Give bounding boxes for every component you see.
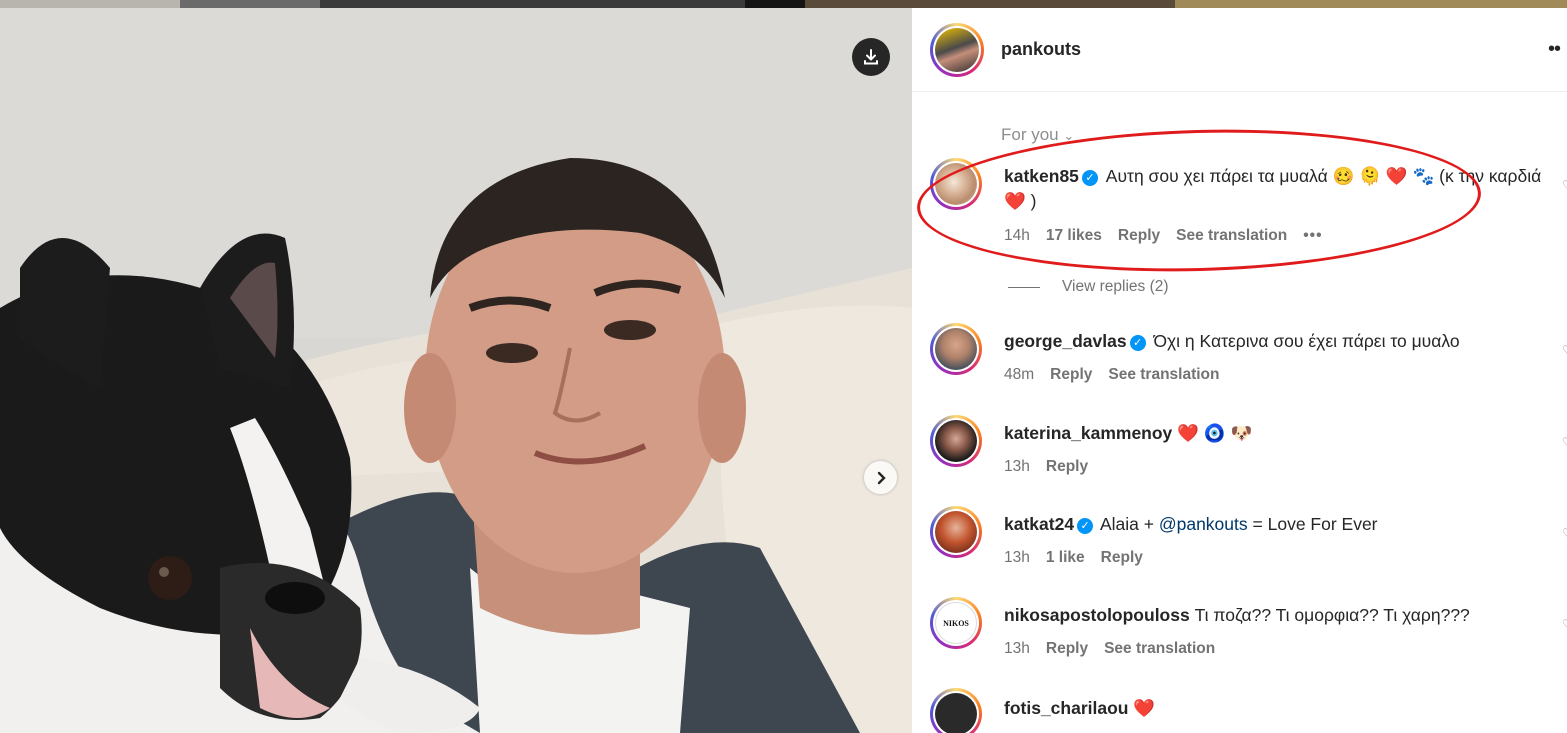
selfie-with-dog-image [0,8,912,733]
comment-time: 14h [1004,227,1030,244]
comment-emoji: ❤️ [1004,191,1026,211]
comment-text: ❤️ [1133,698,1156,718]
comment-text: Τι ποζα?? Τι ομορφια?? Τι χαρη??? [1194,605,1470,625]
top-thumbnail-strip [0,0,1567,8]
comment-likes[interactable]: 1 like [1046,549,1085,567]
view-replies-button[interactable]: View replies (2) [1008,278,1169,296]
like-heart-icon[interactable]: ♡ [1562,526,1567,540]
comment-meta: 13h Reply [1004,458,1088,476]
like-heart-icon[interactable]: ♡ [1562,343,1567,357]
like-heart-icon[interactable]: ♡ [1562,178,1567,192]
comment-username[interactable]: george_davlas [1004,331,1127,351]
commenter-avatar[interactable]: NIKOS [930,597,982,649]
post-photo [0,8,912,733]
comment-username[interactable]: katken85 [1004,166,1079,186]
comment-options-icon[interactable]: ••• [1303,227,1322,245]
reply-button[interactable]: Reply [1046,458,1088,476]
comments-sort-dropdown[interactable]: For you ⌄ [1001,125,1074,145]
see-translation-button[interactable]: See translation [1176,227,1287,245]
more-options-icon[interactable]: •• [1548,38,1561,61]
like-heart-icon[interactable]: ♡ [1562,435,1567,449]
like-heart-icon[interactable]: ♡ [1562,617,1567,631]
download-button[interactable] [852,38,890,76]
chevron-down-icon: ⌄ [1063,128,1075,143]
see-translation-button[interactable]: See translation [1108,366,1219,384]
avatar-logo-text: NIKOS [943,618,969,628]
comment-text: Όχι η Κατερινα σου έχει πάρει το μυαλο [1153,331,1460,351]
comment-username[interactable]: nikosapostolopouloss [1004,605,1190,625]
mention-link[interactable]: @pankouts [1159,514,1248,534]
comment-meta: 13h 1 like Reply [1004,549,1143,567]
comment-meta: 13h Reply See translation [1004,640,1215,658]
comments-panel: pankouts •• For you ⌄ katken85 ✓ Αυτη σου… [912,8,1567,733]
reply-button[interactable]: Reply [1118,227,1160,245]
author-username[interactable]: pankouts [1001,39,1081,60]
chevron-right-icon [877,471,886,484]
next-photo-button[interactable] [864,461,897,494]
comment-time: 13h [1004,549,1030,566]
reply-button[interactable]: Reply [1050,366,1092,384]
verified-badge-icon: ✓ [1129,335,1146,351]
verified-badge-icon: ✓ [1077,518,1094,534]
view-replies-label: View replies (2) [1062,278,1169,295]
comment-meta: 14h 17 likes Reply See translation ••• [1004,227,1323,245]
commenter-avatar[interactable] [930,415,982,467]
author-avatar[interactable] [930,23,984,77]
post-header: pankouts •• [912,8,1567,92]
commenter-avatar[interactable] [930,323,982,375]
reply-button[interactable]: Reply [1046,640,1088,658]
reply-button[interactable]: Reply [1101,549,1143,567]
comment-username[interactable]: fotis_charilaou [1004,698,1128,718]
comment-meta: 48m Reply See translation [1004,366,1220,384]
comment-likes[interactable]: 17 likes [1046,227,1102,245]
comment-text: ❤️ 🧿 🐶 [1177,423,1253,443]
comment-text-end: ) [1030,191,1037,211]
comment-text: Αυτη σου χει πάρει τα μυαλά 🥴 🫠 ❤️ 🐾 (κ … [1105,166,1542,186]
comment-time: 13h [1004,458,1030,475]
commenter-avatar[interactable] [930,158,982,210]
comment-time: 13h [1004,640,1030,657]
comment-text-end: = Love For Ever [1252,514,1378,534]
commenter-avatar[interactable] [930,506,982,558]
verified-badge-icon: ✓ [1081,170,1098,186]
comment-username[interactable]: katerina_kammenoy [1004,423,1172,443]
comment-time: 48m [1004,366,1035,383]
comment-text: Alaia + [1099,514,1154,534]
comment-username[interactable]: katkat24 [1004,514,1074,534]
commenter-avatar[interactable] [930,688,982,733]
comments-sort-label: For you [1001,125,1059,144]
see-translation-button[interactable]: See translation [1104,640,1215,658]
replies-divider [1008,286,1040,288]
download-icon [864,49,878,65]
